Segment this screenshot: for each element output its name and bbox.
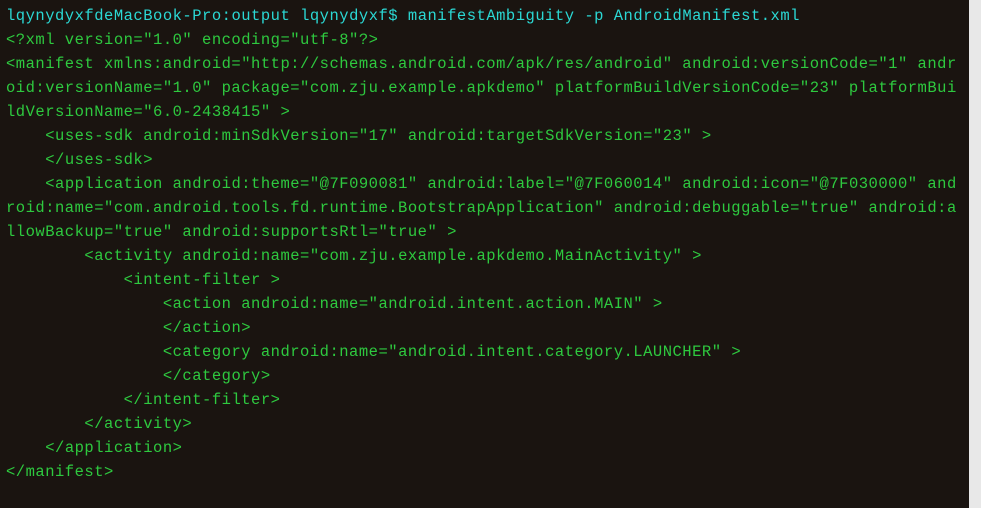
prompt-user: lqynydyxf [300,7,388,25]
application-close: </application> [6,439,182,457]
intent-filter-close: </intent-filter> [6,391,280,409]
terminal-window[interactable]: lqynydyxfdeMacBook-Pro:output lqynydyxf$… [0,0,969,508]
xml-declaration: <?xml version="1.0" encoding="utf-8"?> [6,31,378,49]
xml-output: <?xml version="1.0" encoding="utf-8"?> <… [6,31,957,481]
activity-open: <activity android:name="com.zju.example.… [6,247,702,265]
scrollbar-thumb[interactable] [969,0,981,508]
manifest-open: <manifest xmlns:android="http://schemas.… [6,55,957,121]
prompt-host: lqynydyxfdeMacBook-Pro [6,7,222,25]
uses-sdk-open: <uses-sdk android:minSdkVersion="17" and… [6,127,712,145]
activity-close: </activity> [6,415,192,433]
action-open: <action android:name="android.intent.act… [6,295,663,313]
intent-filter-open: <intent-filter > [6,271,280,289]
prompt-line: lqynydyxfdeMacBook-Pro:output lqynydyxf$… [6,7,800,25]
application-open: <application android:theme="@7F090081" a… [6,175,957,241]
prompt-path: output [231,7,290,25]
manifest-close: </manifest> [6,463,114,481]
action-close: </action> [6,319,251,337]
uses-sdk-close: </uses-sdk> [6,151,153,169]
category-close: </category> [6,367,271,385]
scrollbar-track[interactable] [969,0,981,508]
prompt-command: manifestAmbiguity -p AndroidManifest.xml [408,7,800,25]
category-open: <category android:name="android.intent.c… [6,343,741,361]
